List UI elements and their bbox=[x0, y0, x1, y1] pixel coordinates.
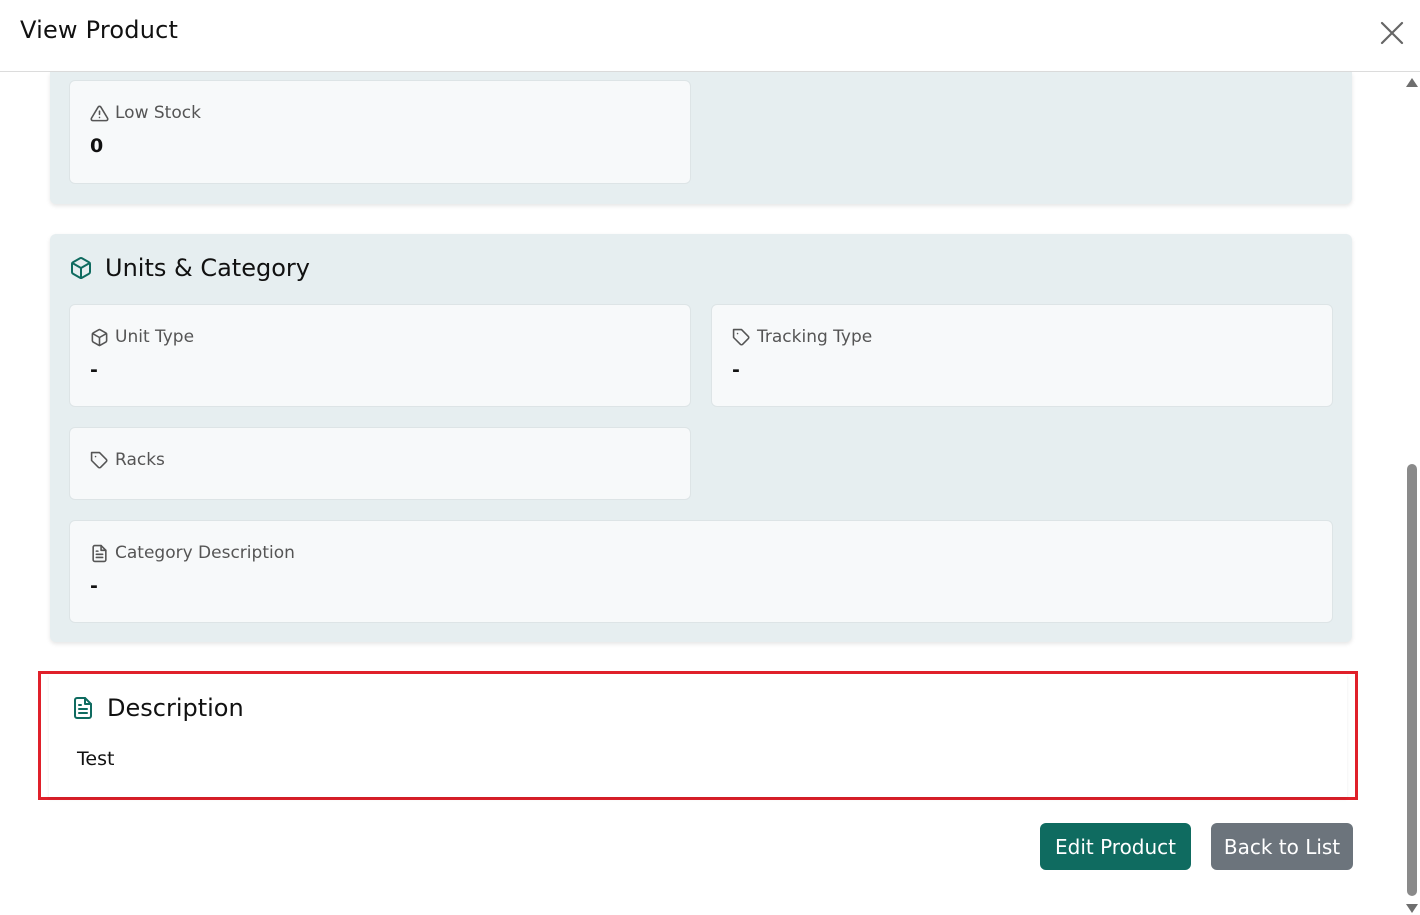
racks-card: Racks bbox=[69, 427, 691, 500]
low-stock-value: 0 bbox=[90, 135, 104, 157]
description-title: Description bbox=[107, 694, 244, 722]
scroll-down-arrow-icon[interactable] bbox=[1406, 904, 1418, 913]
units-category-heading: Units & Category bbox=[69, 254, 310, 282]
file-text-icon bbox=[92, 544, 107, 562]
alert-triangle-icon bbox=[90, 105, 109, 121]
close-button[interactable] bbox=[1378, 19, 1406, 47]
units-category-section: Units & Category Unit Type - Tracking Ty… bbox=[50, 234, 1352, 642]
tracking-type-label: Tracking Type bbox=[757, 327, 873, 347]
category-description-card: Category Description - bbox=[69, 520, 1333, 623]
modal-header: View Product bbox=[0, 0, 1420, 72]
tracking-type-card: Tracking Type - bbox=[711, 304, 1333, 407]
scrollbar[interactable] bbox=[1404, 72, 1420, 915]
scroll-thumb[interactable] bbox=[1407, 464, 1417, 896]
box-icon bbox=[71, 257, 91, 279]
description-heading: Description bbox=[71, 694, 244, 722]
description-text: Test bbox=[77, 748, 115, 770]
stock-section: Low Stock 0 bbox=[50, 72, 1352, 204]
modal-title: View Product bbox=[20, 16, 179, 44]
edit-product-button[interactable]: Edit Product bbox=[1040, 823, 1191, 870]
category-description-value: - bbox=[90, 575, 98, 597]
unit-type-card: Unit Type - bbox=[69, 304, 691, 407]
file-text-icon bbox=[74, 697, 92, 719]
units-category-title: Units & Category bbox=[105, 254, 310, 282]
tracking-type-value: - bbox=[732, 359, 740, 381]
low-stock-card: Low Stock 0 bbox=[69, 80, 691, 184]
description-section: Description Test bbox=[49, 674, 1347, 797]
unit-type-value: - bbox=[90, 359, 98, 381]
tag-icon bbox=[90, 451, 108, 469]
racks-label: Racks bbox=[115, 450, 165, 470]
unit-type-label: Unit Type bbox=[115, 327, 195, 347]
box-icon bbox=[91, 328, 108, 346]
description-highlight: Description Test bbox=[38, 671, 1358, 800]
back-to-list-button[interactable]: Back to List bbox=[1211, 823, 1353, 870]
close-icon bbox=[1380, 21, 1404, 45]
scroll-up-arrow-icon[interactable] bbox=[1406, 78, 1418, 87]
low-stock-label: Low Stock bbox=[115, 103, 201, 123]
tag-icon bbox=[732, 328, 750, 346]
category-description-label: Category Description bbox=[115, 543, 295, 563]
